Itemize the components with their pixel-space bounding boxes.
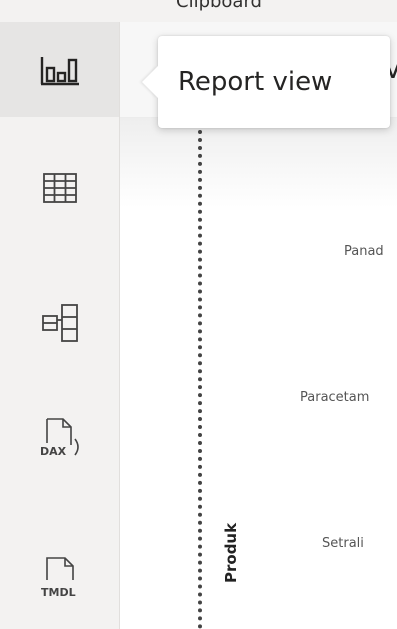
dax-icon-label: DAX [40,445,67,458]
app-window: Clipboard DAX TMDL V Produk Panad Parace… [0,0,397,629]
view-switcher-rail: DAX TMDL [0,22,120,629]
category-label: Setrali [322,536,364,551]
tmdl-view-button[interactable]: TMDL [0,530,119,625]
y-axis-title: Produk [222,522,240,583]
dax-query-view-button[interactable]: DAX [0,390,119,485]
model-view-icon [41,303,78,342]
table-view-icon [42,172,77,203]
report-view-tooltip: Report view [142,36,390,128]
category-label: Panad [344,244,384,259]
model-view-button[interactable] [0,275,119,370]
report-view-icon [40,53,80,87]
category-label: Paracetam [300,390,370,405]
visual-focus-border[interactable] [198,130,202,629]
ribbon-group-label: Clipboard [176,0,262,12]
tooltip-arrow [142,66,158,98]
canvas-shade [120,118,397,208]
ribbon: Clipboard [0,0,397,22]
dax-query-view-icon: DAX [37,417,83,459]
tmdl-view-icon: TMDL [37,556,83,600]
report-view-button[interactable] [0,22,119,117]
table-view-button[interactable] [0,140,119,235]
tmdl-icon-label: TMDL [41,586,76,599]
tooltip-text: Report view [178,67,333,97]
